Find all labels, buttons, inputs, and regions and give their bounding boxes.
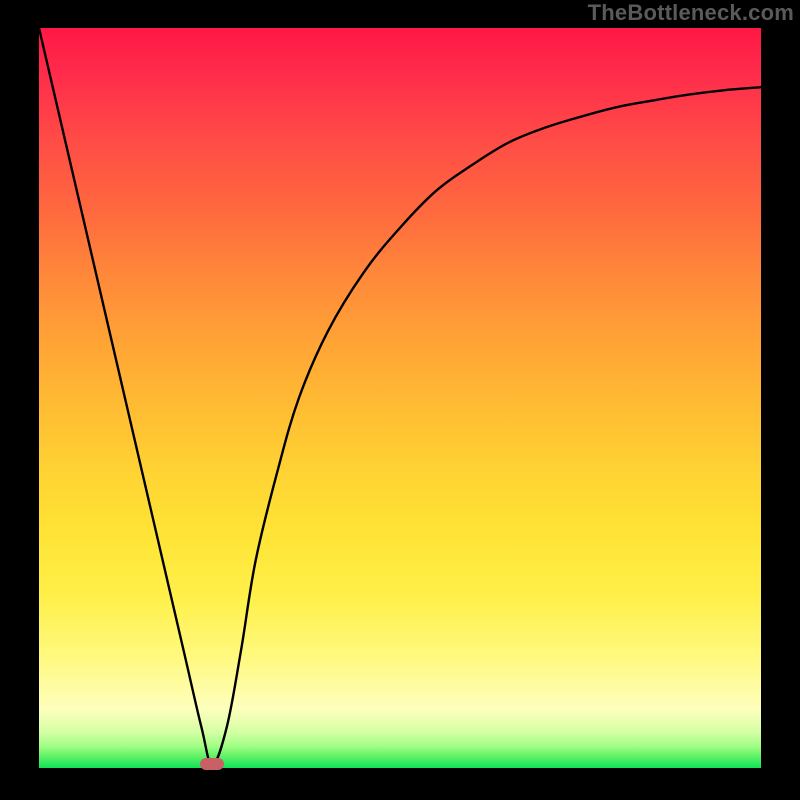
chart-frame: TheBottleneck.com: [0, 0, 800, 800]
bottleneck-curve: [39, 28, 761, 768]
optimum-marker-icon: [200, 758, 224, 770]
plot-area: [39, 28, 761, 768]
watermark-text: TheBottleneck.com: [588, 0, 794, 26]
